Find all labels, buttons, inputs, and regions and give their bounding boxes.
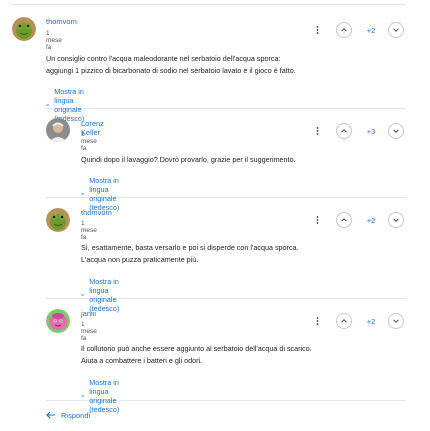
- show-original-language-link[interactable]: Mostra in lingua originale (tedesco): [81, 277, 126, 313]
- divider-1: [46, 108, 406, 109]
- chevron-up-icon: [341, 218, 347, 222]
- kebab-icon: [316, 317, 318, 325]
- vote-score: +2: [366, 216, 376, 225]
- comment-line: L'acqua non puzza praticamente più.: [81, 254, 199, 264]
- comment-body: Quindi dopo il lavaggio? Dovrò provarlo,…: [81, 154, 296, 166]
- chevron-up-icon: [341, 28, 347, 32]
- comment-author[interactable]: thomvom: [81, 208, 112, 217]
- reply-label: Rispondi: [61, 410, 91, 420]
- vote-score: +2: [366, 317, 376, 326]
- comment-author[interactable]: janiii: [81, 309, 96, 318]
- downvote-button[interactable]: [388, 123, 404, 139]
- vote-score: +2: [366, 26, 376, 35]
- show-original-language-link[interactable]: Mostra in lingua originale (tedesco): [81, 176, 126, 212]
- translate-label: Mostra in lingua originale (tedesco): [89, 378, 120, 414]
- chevron-up-icon: [341, 319, 347, 323]
- person-avatar-icon[interactable]: [46, 118, 70, 142]
- upvote-button[interactable]: [336, 212, 352, 228]
- comment-body: Sì, esattamente, basta versarlo e poi si…: [81, 242, 299, 265]
- comment-timestamp: 1 mese fa: [81, 321, 97, 342]
- upvote-button[interactable]: [336, 313, 352, 329]
- kebab-icon: [316, 26, 318, 34]
- comment-line: Sì, esattamente, basta versarlo e poi si…: [81, 243, 299, 252]
- more-options-button[interactable]: [312, 213, 322, 227]
- frog-avatar-icon[interactable]: [46, 208, 70, 232]
- swap-arrows-icon: [81, 293, 84, 297]
- comment-line: Un consiglio contro l'acqua maleodorante…: [46, 54, 281, 63]
- more-options-button[interactable]: [312, 23, 322, 37]
- reply-button[interactable]: Rispondi: [46, 410, 90, 420]
- more-options-button[interactable]: [312, 124, 322, 138]
- reply-arrow-icon: [46, 411, 55, 419]
- show-original-language-link[interactable]: Mostra in lingua originale (tedesco): [46, 87, 91, 123]
- comment-author[interactable]: thomvom: [46, 17, 77, 26]
- chevron-up-icon: [341, 129, 347, 133]
- swap-arrows-icon: [46, 103, 49, 107]
- comment-line: Quindi dopo il lavaggio? Dovrò provarlo,…: [81, 155, 296, 164]
- divider-top: [12, 4, 406, 5]
- comment-line: Il collutorio può anche essere aggiunto …: [81, 344, 312, 353]
- more-options-button[interactable]: [312, 314, 322, 328]
- upvote-button[interactable]: [336, 123, 352, 139]
- pink-creature-avatar-icon[interactable]: [46, 309, 70, 333]
- comment-timestamp: 1 mese fa: [46, 30, 62, 51]
- chevron-down-icon: [393, 129, 399, 133]
- vote-score: +3: [366, 127, 376, 136]
- comment-line: aggiungi 1 pizzico di bicarbonato di sod…: [46, 65, 296, 75]
- translate-label: Mostra in lingua originale (tedesco): [89, 277, 120, 313]
- comment-body: Un consiglio contro l'acqua maleodorante…: [46, 53, 296, 76]
- kebab-icon: [316, 216, 318, 224]
- swap-arrows-icon: [81, 192, 84, 196]
- comment-timestamp: 1 mese fa: [81, 131, 97, 152]
- upvote-button[interactable]: [336, 22, 352, 38]
- chevron-down-icon: [393, 319, 399, 323]
- show-original-language-link[interactable]: Mostra in lingua originale (tedesco): [81, 378, 126, 414]
- kebab-icon: [316, 127, 318, 135]
- downvote-button[interactable]: [388, 313, 404, 329]
- downvote-button[interactable]: [388, 212, 404, 228]
- frog-avatar-icon[interactable]: [12, 17, 36, 41]
- comment-timestamp: 1 mese fa: [81, 220, 97, 241]
- translate-label: Mostra in lingua originale (tedesco): [89, 176, 120, 212]
- swap-arrows-icon: [81, 394, 84, 398]
- comment-body: Il collutorio può anche essere aggiunto …: [81, 343, 312, 366]
- chevron-down-icon: [393, 218, 399, 222]
- chevron-down-icon: [393, 28, 399, 32]
- downvote-button[interactable]: [388, 22, 404, 38]
- comment-line: Aiuta a combattere i batteri e gli odori…: [81, 355, 203, 365]
